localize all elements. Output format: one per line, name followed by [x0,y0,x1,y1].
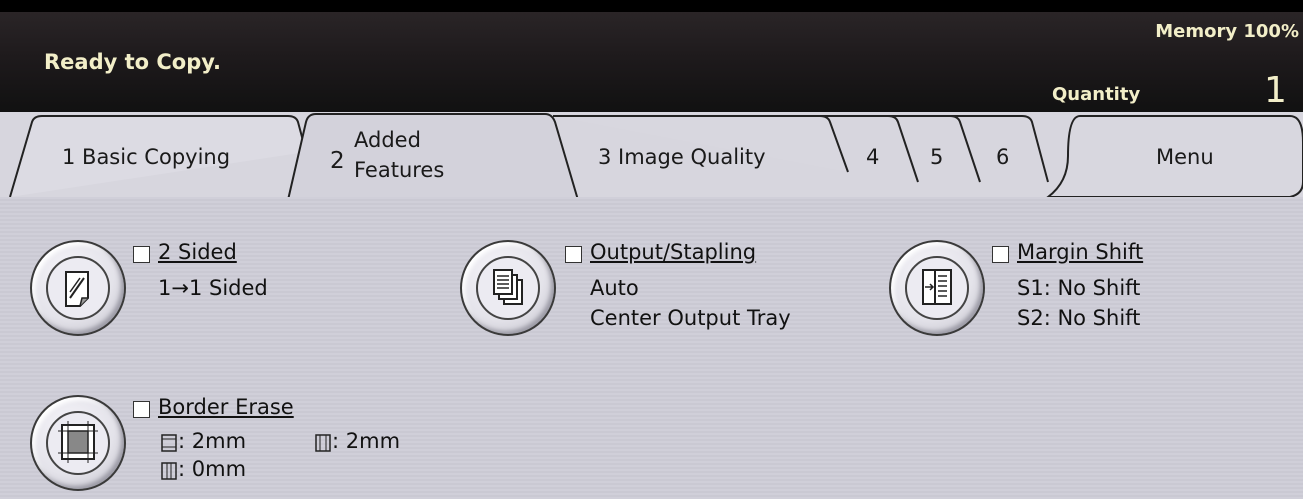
output-tray: Center Output Tray [590,306,791,330]
output-mode: Auto [590,276,639,300]
margin-shift-icon [905,256,969,320]
margin-shift-side2: S2: No Shift [1017,306,1141,330]
quantity-label: Quantity [1052,84,1141,105]
border-erase-title[interactable]: Border Erase [158,395,294,419]
top-bottom-edge-icon [160,433,178,457]
tab-strip: 1 Basic Copying 2 Added Features 3 Image… [0,112,1303,202]
tab-basic-copying[interactable]: 1 Basic Copying [62,145,230,169]
center-erase-icon [160,461,178,485]
output-stapling-checkbox[interactable] [565,246,582,263]
border-erase-icon [46,411,110,475]
border-erase-button[interactable] [30,395,126,491]
quantity-value: 1 [1264,70,1287,111]
two-sided-title[interactable]: 2 Sided [158,240,237,264]
tab-added-features-line1: Added [354,128,421,152]
tab-added-features-number: 2 [330,148,345,174]
status-bar: Ready to Copy. Memory 100% Quantity 1 [0,12,1303,112]
left-right-erase-value: : 2mm [332,429,401,453]
tab-image-quality[interactable]: 3 Image Quality [598,145,766,169]
output-stapling-title[interactable]: Output/Stapling [590,240,756,264]
top-bottom-erase-value: : 2mm [178,429,247,453]
tab-5[interactable]: 5 [930,145,943,169]
copier-screen: Ready to Copy. Memory 100% Quantity 1 1 … [0,12,1303,499]
tab-4[interactable]: 4 [866,145,879,169]
memory-indicator: Memory 100% [1155,21,1299,42]
output-stapling-button[interactable] [460,240,556,336]
two-sided-checkbox[interactable] [133,246,150,263]
margin-shift-title[interactable]: Margin Shift [1017,240,1143,264]
border-erase-checkbox[interactable] [133,401,150,418]
menu-button[interactable]: Menu [1156,145,1214,169]
margin-shift-button[interactable] [889,240,985,336]
margin-shift-side1: S1: No Shift [1017,276,1141,300]
margin-shift-checkbox[interactable] [992,246,1009,263]
center-erase-value: : 0mm [178,457,247,481]
page-icon [46,256,110,320]
tab-added-features[interactable]: 2 Added Features [326,122,546,192]
tab-6[interactable]: 6 [996,145,1009,169]
pages-stack-icon [476,256,540,320]
two-sided-button[interactable] [30,240,126,336]
left-right-edge-icon [314,433,332,457]
added-features-panel: 2 Sided 1→1 Sided Output/Stapling Auto C… [0,197,1303,499]
status-message: Ready to Copy. [44,50,222,74]
two-sided-value: 1→1 Sided [158,276,268,300]
tab-added-features-line2: Features [354,158,445,182]
